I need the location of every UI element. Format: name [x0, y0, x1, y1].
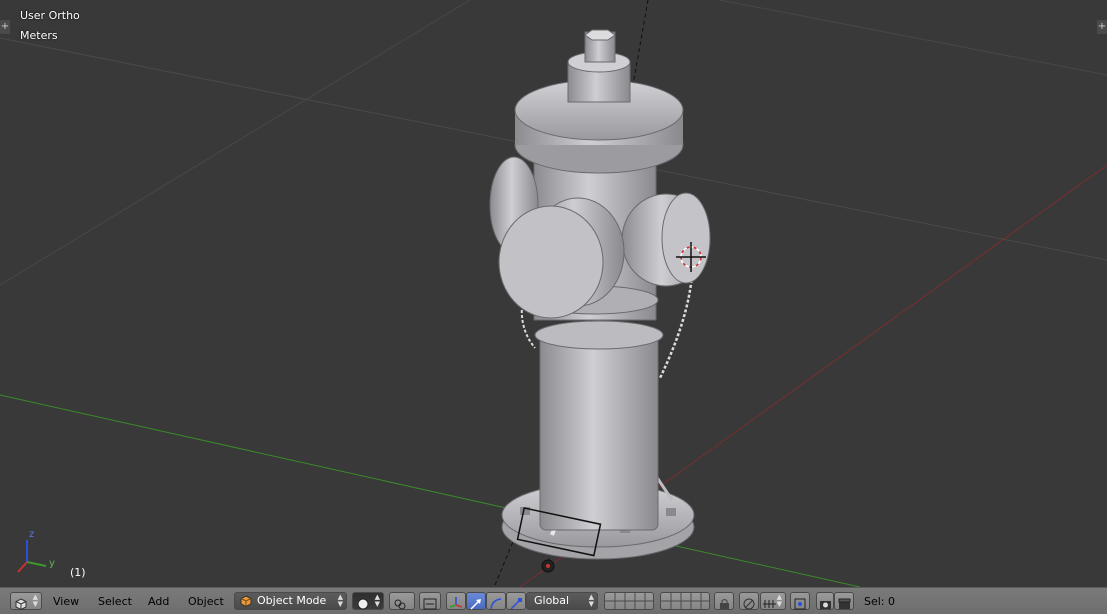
menu-select[interactable]: Select	[98, 595, 132, 608]
layer-grid-icon	[605, 593, 653, 609]
menu-object[interactable]: Object	[188, 595, 224, 608]
chevron-updown-icon: ▲ ▼	[32, 593, 38, 608]
hydrant-mesh	[489, 29, 711, 560]
camera-render-icon	[819, 595, 832, 614]
scale-manipulator-button[interactable]	[506, 592, 526, 610]
mode-select-label: Object Mode	[257, 594, 327, 607]
proportional-editing-button[interactable]	[739, 592, 759, 610]
snap-increment-icon	[763, 595, 777, 614]
menu-view[interactable]: View	[53, 595, 79, 608]
selection-status: Sel: 0	[864, 595, 896, 608]
rotate-manipulator-button[interactable]	[486, 592, 506, 610]
editor-type-button[interactable]: ▲ ▼	[10, 592, 42, 611]
region-expand-left-icon[interactable]: +	[0, 20, 10, 34]
frame-number-label: (1)	[70, 566, 86, 579]
layer-grid-icon	[661, 593, 709, 609]
scale-arrow-icon	[510, 595, 522, 614]
view-name-label: User Ortho	[20, 9, 80, 22]
pivot-point-button[interactable]	[389, 592, 415, 610]
y-axis-line	[0, 394, 861, 587]
snap-target-icon	[794, 595, 806, 614]
cube-orange-icon	[240, 595, 252, 612]
layers-group-1[interactable]	[604, 592, 654, 610]
lock-layers-button[interactable]	[714, 592, 734, 610]
chevron-updown-icon: ▲ ▼	[776, 593, 782, 608]
menu-add[interactable]: Add	[148, 595, 169, 608]
chevron-updown-icon: ▲ ▼	[337, 593, 343, 608]
region-expand-right-icon[interactable]: +	[1097, 20, 1107, 34]
clapperboard-icon	[838, 595, 851, 614]
grid-line	[0, 0, 471, 286]
3d-viewport[interactable]: z y User Ortho Meters (1) + +	[0, 0, 1107, 587]
axis-arrows-icon	[449, 594, 463, 613]
translate-manipulator-button[interactable]	[466, 592, 486, 610]
chevron-updown-icon: ▲ ▼	[374, 593, 380, 608]
transform-orientation-label: Global	[534, 594, 570, 607]
render-animation-button[interactable]	[834, 592, 854, 610]
pivot-icon	[393, 595, 407, 614]
units-label: Meters	[20, 29, 58, 42]
axis-gizmo: z y	[17, 529, 55, 573]
snap-target-button[interactable]	[790, 592, 810, 610]
grid-line	[719, 0, 1107, 76]
render-opengl-button[interactable]	[816, 592, 834, 610]
lock-icon	[719, 595, 730, 614]
snap-element-select[interactable]: ▲ ▼	[760, 592, 786, 610]
rotate-arc-icon	[490, 595, 502, 614]
viewport-header: ▲ ▼ View Select Add Object Object Mode ▲ ▼…	[0, 587, 1107, 614]
axis-y-label: y	[49, 558, 55, 569]
viewport-shading-button[interactable]: ▲ ▼	[352, 592, 384, 610]
proportional-edit-icon	[743, 595, 755, 614]
solid-sphere-icon	[357, 595, 369, 614]
chevron-updown-icon: ▲ ▼	[588, 593, 594, 608]
cube-icon	[15, 595, 27, 614]
axis-z-label: z	[29, 529, 34, 540]
mode-select[interactable]: Object Mode ▲ ▼	[234, 592, 347, 610]
transform-orientation-select[interactable]: Global ▲ ▼	[526, 592, 598, 610]
transform-manipulator-toggle[interactable]	[446, 592, 466, 610]
viewport-canvas[interactable]: z y	[0, 0, 1107, 587]
manipulate-center-button[interactable]	[419, 592, 441, 610]
layers-group-2[interactable]	[660, 592, 710, 610]
translate-arrow-icon	[470, 595, 482, 614]
manipulator-center-icon	[423, 595, 437, 614]
